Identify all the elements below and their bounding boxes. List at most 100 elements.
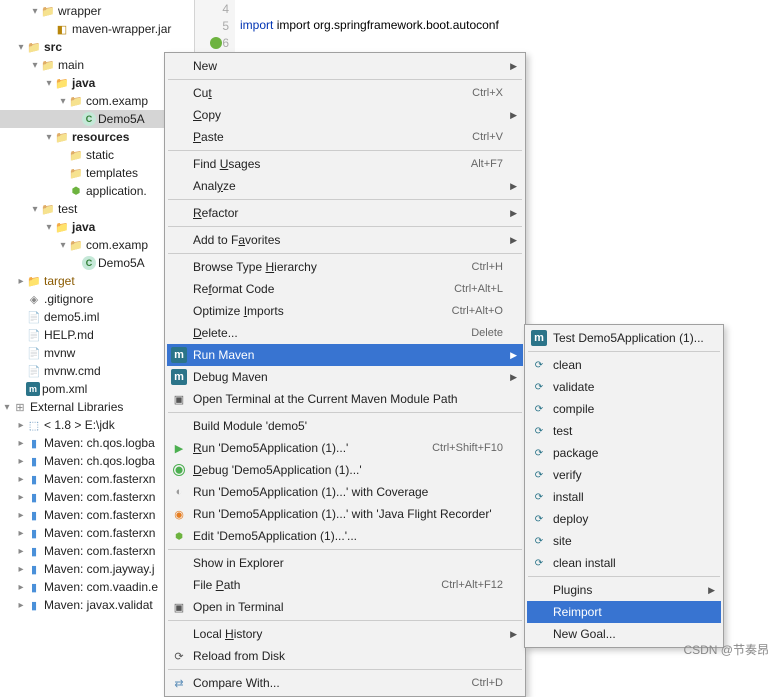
menu-item[interactable]: Add to Favorites▶ xyxy=(167,229,523,251)
menu-item[interactable]: Debug Maven▶ xyxy=(167,366,523,388)
term-icon xyxy=(171,599,187,615)
menu-item[interactable]: site xyxy=(527,530,721,552)
menu-item[interactable]: Optimize ImportsCtrl+Alt+O xyxy=(167,300,523,322)
menu-separator xyxy=(528,576,720,577)
mvgoal-icon xyxy=(531,511,547,527)
folder-icon xyxy=(40,3,56,19)
menu-item[interactable]: Find UsagesAlt+F7 xyxy=(167,153,523,175)
context-menu[interactable]: New▶ CutCtrl+XCopy▶PasteCtrl+V Find Usages… xyxy=(164,52,526,697)
menu-item[interactable]: Open Terminal at the Current Maven Modul… xyxy=(167,388,523,410)
menu-item-label: test xyxy=(553,424,701,438)
menu-shortcut: Ctrl+H xyxy=(472,261,503,273)
tree-item[interactable]: wrapper xyxy=(0,2,194,20)
menu-item[interactable]: verify xyxy=(527,464,721,486)
maven-submenu[interactable]: Test Demo5Application (1)... cleanvalidat… xyxy=(524,324,724,648)
menu-item-label: Debug 'Demo5Application (1)...' xyxy=(193,463,503,477)
menu-item-label: Run 'Demo5Application (1)...' with Cover… xyxy=(193,485,503,499)
menu-item[interactable]: Local History▶ xyxy=(167,623,523,645)
tree-item-label: demo5.iml xyxy=(44,310,99,324)
mvgoal-icon xyxy=(531,401,547,417)
folder-blue-icon xyxy=(54,75,70,91)
submenu-arrow-icon: ▶ xyxy=(708,585,715,596)
class-icon xyxy=(82,256,96,270)
expand-arrow-icon[interactable] xyxy=(16,420,26,431)
expand-arrow-icon[interactable] xyxy=(30,60,40,71)
expand-arrow-icon[interactable] xyxy=(16,474,26,485)
expand-arrow-icon[interactable] xyxy=(58,240,68,251)
menu-item[interactable]: Delete...Delete xyxy=(167,322,523,344)
menu-item[interactable]: deploy xyxy=(527,508,721,530)
menu-item[interactable]: File PathCtrl+Alt+F12 xyxy=(167,574,523,596)
menu-item[interactable]: Analyze▶ xyxy=(167,175,523,197)
menu-item[interactable]: Copy▶ xyxy=(167,104,523,126)
menu-shortcut: Ctrl+Alt+L xyxy=(454,283,503,295)
menu-item[interactable]: Show in Explorer xyxy=(167,552,523,574)
expand-arrow-icon[interactable] xyxy=(58,96,68,107)
expand-arrow-icon[interactable] xyxy=(16,564,26,575)
expand-arrow-icon[interactable] xyxy=(16,456,26,467)
expand-arrow-icon[interactable] xyxy=(16,600,26,611)
expand-arrow-icon[interactable] xyxy=(30,6,40,17)
tree-item-label: templates xyxy=(86,166,138,180)
menu-item[interactable]: Run 'Demo5Application (1)...' Ctrl+Shift+… xyxy=(167,437,523,459)
menu-item[interactable]: clean install xyxy=(527,552,721,574)
menu-item[interactable]: compile xyxy=(527,398,721,420)
reload-icon xyxy=(171,648,187,664)
tree-item-label: resources xyxy=(72,130,129,144)
mvgoal-icon xyxy=(531,445,547,461)
menu-item-label: Run 'Demo5Application (1)...' xyxy=(193,441,408,455)
expand-arrow-icon[interactable] xyxy=(16,276,26,287)
expand-arrow-icon[interactable] xyxy=(16,42,26,53)
menu-item[interactable]: clean xyxy=(527,354,721,376)
menu-separator xyxy=(168,620,522,621)
expand-arrow-icon[interactable] xyxy=(16,546,26,557)
menu-item[interactable]: Test Demo5Application (1)... xyxy=(527,327,721,349)
menu-item[interactable]: Plugins▶ xyxy=(527,579,721,601)
menu-item[interactable]: Browse Type HierarchyCtrl+H xyxy=(167,256,523,278)
menu-item[interactable]: Run Maven▶ xyxy=(167,344,523,366)
menu-item[interactable]: Reimport xyxy=(527,601,721,623)
tree-item-label: mvnw.cmd xyxy=(44,364,101,378)
menu-item[interactable]: install xyxy=(527,486,721,508)
expand-arrow-icon[interactable] xyxy=(2,402,12,413)
tree-item-label: java xyxy=(72,220,95,234)
expand-arrow-icon[interactable] xyxy=(44,132,54,143)
expand-arrow-icon[interactable] xyxy=(44,222,54,233)
expand-arrow-icon[interactable] xyxy=(44,78,54,89)
expand-arrow-icon[interactable] xyxy=(30,204,40,215)
menu-item[interactable]: Compare With...Ctrl+D xyxy=(167,672,523,694)
menu-item[interactable]: package xyxy=(527,442,721,464)
submenu-arrow-icon: ▶ xyxy=(510,629,517,640)
menu-item[interactable]: New▶ xyxy=(167,55,523,77)
menu-shortcut: Ctrl+Alt+O xyxy=(452,305,503,317)
menu-item[interactable]: Debug 'Demo5Application (1)...' xyxy=(167,459,523,481)
tree-item-label: static xyxy=(86,148,114,162)
expand-arrow-icon[interactable] xyxy=(16,438,26,449)
menu-item[interactable]: Reformat CodeCtrl+Alt+L xyxy=(167,278,523,300)
expand-arrow-icon[interactable] xyxy=(16,510,26,521)
tree-item-label: pom.xml xyxy=(42,382,87,396)
expand-arrow-icon[interactable] xyxy=(16,582,26,593)
tree-item[interactable]: maven-wrapper.jar xyxy=(0,20,194,38)
file-icon xyxy=(26,363,42,379)
menu-item[interactable]: Refactor▶ xyxy=(167,202,523,224)
expand-arrow-icon[interactable] xyxy=(16,528,26,539)
menu-item[interactable]: Build Module 'demo5' xyxy=(167,415,523,437)
menu-shortcut: Ctrl+Shift+F10 xyxy=(432,442,503,454)
menu-item[interactable]: Run 'Demo5Application (1)...' with 'Java… xyxy=(167,503,523,525)
menu-item[interactable]: Edit 'Demo5Application (1)...'... xyxy=(167,525,523,547)
lib-icon xyxy=(12,399,28,415)
jdk-icon xyxy=(26,417,42,433)
menu-item[interactable]: validate xyxy=(527,376,721,398)
tree-item-label: maven-wrapper.jar xyxy=(72,22,171,36)
menu-item[interactable]: Open in Terminal xyxy=(167,596,523,618)
run-gutter-icon[interactable] xyxy=(210,37,222,49)
menu-item[interactable]: CutCtrl+X xyxy=(167,82,523,104)
menu-item[interactable]: PasteCtrl+V xyxy=(167,126,523,148)
maven-icon xyxy=(26,382,40,396)
expand-arrow-icon[interactable] xyxy=(16,492,26,503)
folder-orange-icon xyxy=(26,273,42,289)
tree-item-label: Maven: com.fasterxn xyxy=(44,508,155,522)
menu-item[interactable]: test xyxy=(527,420,721,442)
menu-item[interactable]: Run 'Demo5Application (1)...' with Cover… xyxy=(167,481,523,503)
